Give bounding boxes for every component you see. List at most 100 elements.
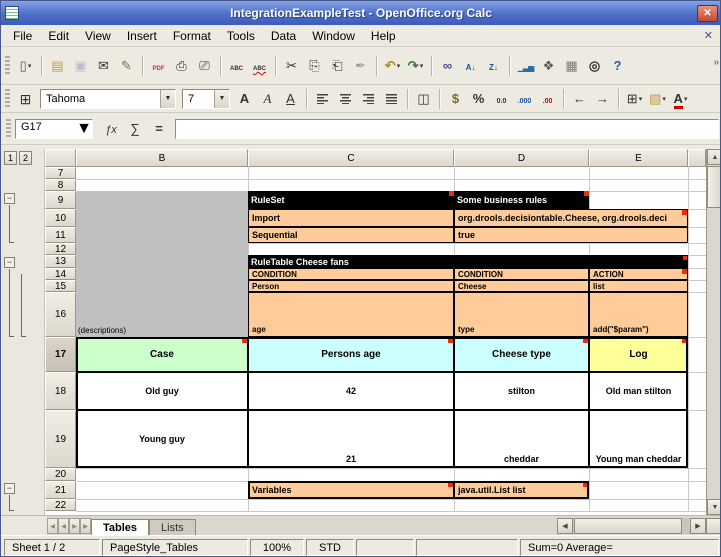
decrease-indent-button[interactable] <box>568 88 591 110</box>
formula-button[interactable] <box>147 119 171 139</box>
toolbar-grip[interactable] <box>6 119 11 139</box>
outline-level-2-button[interactable]: 2 <box>19 151 32 165</box>
horizontal-scroll-thumb[interactable] <box>574 518 682 534</box>
export-pdf-button[interactable] <box>147 55 170 77</box>
row-header-12[interactable]: 12 <box>45 243 76 255</box>
background-color-button[interactable]: ▾ <box>646 88 669 110</box>
horizontal-scrollbar[interactable]: ◀ ▶ <box>557 516 721 536</box>
outline-level-1-button[interactable]: 1 <box>4 151 17 165</box>
menu-edit[interactable]: Edit <box>40 27 77 45</box>
column-header-B[interactable]: B <box>76 149 248 167</box>
gallery-button[interactable] <box>560 55 583 77</box>
cell-E18[interactable]: Old man stilton <box>589 372 688 410</box>
email-document-button[interactable] <box>92 55 115 77</box>
row-header-17[interactable]: 17 <box>45 337 76 372</box>
row-header-13[interactable]: 13 <box>45 255 76 268</box>
column-header-D[interactable]: D <box>454 149 589 167</box>
auto-spellcheck-button[interactable] <box>248 55 271 77</box>
page-preview-button[interactable] <box>193 55 216 77</box>
cell-D17[interactable]: Cheese type <box>454 337 589 372</box>
sort-ascending-button[interactable] <box>459 55 482 77</box>
paste-button[interactable] <box>326 55 349 77</box>
cell-C19[interactable]: 21 <box>248 410 454 468</box>
cell-D16[interactable]: type <box>454 292 589 337</box>
zoom-button[interactable] <box>583 55 606 77</box>
row-header-18[interactable]: 18 <box>45 372 76 410</box>
menu-format[interactable]: Format <box>165 27 219 45</box>
cell-C17[interactable]: Persons age <box>248 337 454 372</box>
save-button[interactable] <box>69 55 92 77</box>
cell-B18[interactable]: Old guy <box>76 372 248 410</box>
collapse-group-button[interactable]: − <box>4 193 15 204</box>
sheet-tab-lists[interactable]: Lists <box>149 519 196 536</box>
delete-decimal-button[interactable] <box>536 88 559 110</box>
italic-button[interactable] <box>256 88 279 110</box>
cell-C14[interactable]: CONDITION <box>248 268 454 280</box>
spellcheck-button[interactable] <box>225 55 248 77</box>
row-header-10[interactable]: 10 <box>45 209 76 227</box>
menu-window[interactable]: Window <box>304 27 363 45</box>
cell-C15[interactable]: Person <box>248 280 454 292</box>
column-header-C[interactable]: C <box>248 149 454 167</box>
next-sheet-button[interactable]: ▶ <box>69 518 80 534</box>
title-bar[interactable]: IntegrationExampleTest - OpenOffice.org … <box>1 1 721 25</box>
menu-data[interactable]: Data <box>263 27 304 45</box>
menu-tools[interactable]: Tools <box>219 27 263 45</box>
column-header-E[interactable]: E <box>589 149 688 167</box>
row-header-11[interactable]: 11 <box>45 227 76 243</box>
font-size-combo[interactable]: 7 ▼ <box>182 89 230 109</box>
cell-C13[interactable]: RuleTable Cheese fans <box>248 255 688 268</box>
copy-button[interactable] <box>303 55 326 77</box>
scroll-left-icon[interactable]: ◀ <box>557 518 573 534</box>
insert-chart-button[interactable] <box>514 55 537 77</box>
row-header-14[interactable]: 14 <box>45 268 76 280</box>
row-header-16[interactable]: 16 <box>45 292 76 337</box>
standard-format-button[interactable] <box>490 88 513 110</box>
row-header-8[interactable]: 8 <box>45 179 76 191</box>
cell-C21[interactable]: Variables <box>248 481 454 499</box>
merge-cells-button[interactable] <box>412 88 435 110</box>
redo-button[interactable]: ▾ <box>404 55 427 77</box>
cell-D19[interactable]: cheddar <box>454 410 589 468</box>
row-header-19[interactable]: 19 <box>45 410 76 468</box>
help-button[interactable] <box>606 55 629 77</box>
currency-button[interactable] <box>444 88 467 110</box>
menu-help[interactable]: Help <box>363 27 404 45</box>
chevron-down-icon[interactable]: ▼ <box>160 90 175 108</box>
print-file-button[interactable] <box>170 55 193 77</box>
sort-descending-button[interactable] <box>482 55 505 77</box>
font-color-button[interactable]: ▾ <box>669 88 692 110</box>
percent-button[interactable] <box>467 88 490 110</box>
open-button[interactable] <box>46 55 69 77</box>
cut-button[interactable] <box>280 55 303 77</box>
cell-D18[interactable]: stilton <box>454 372 589 410</box>
toolbar-grip[interactable] <box>5 56 10 76</box>
underline-button[interactable] <box>279 88 302 110</box>
collapse-group-button[interactable]: − <box>4 483 15 494</box>
toolbar-overflow-button[interactable]: » <box>713 57 719 68</box>
scroll-down-icon[interactable]: ▼ <box>707 499 721 515</box>
menu-file[interactable]: File <box>5 27 40 45</box>
row-header-22[interactable]: 22 <box>45 499 76 511</box>
collapse-group-button[interactable]: − <box>4 257 15 268</box>
document-close-button[interactable]: ✕ <box>699 28 718 43</box>
scroll-up-icon[interactable]: ▲ <box>707 149 721 165</box>
first-sheet-button[interactable]: ◀ <box>47 518 58 534</box>
cell-D21[interactable]: java.util.List list <box>454 481 589 499</box>
toolbar-grip[interactable] <box>5 89 10 109</box>
formula-input[interactable] <box>175 119 719 139</box>
last-sheet-button[interactable]: ▶ <box>80 518 91 534</box>
row-header-7[interactable]: 7 <box>45 167 76 179</box>
styles-window-button[interactable] <box>14 88 37 110</box>
align-center-button[interactable] <box>334 88 357 110</box>
align-left-button[interactable] <box>311 88 334 110</box>
cell-D9[interactable]: Some business rules <box>454 191 589 209</box>
cell-D11[interactable]: true <box>454 227 688 243</box>
window-close-button[interactable]: ✕ <box>697 5 718 22</box>
cell-C9[interactable]: RuleSet <box>248 191 454 209</box>
cell-E14[interactable]: ACTION <box>589 268 688 280</box>
sheet-tab-tables[interactable]: Tables <box>91 519 149 536</box>
align-justify-button[interactable] <box>380 88 403 110</box>
navigator-button[interactable] <box>537 55 560 77</box>
vertical-scroll-thumb[interactable] <box>707 166 721 208</box>
